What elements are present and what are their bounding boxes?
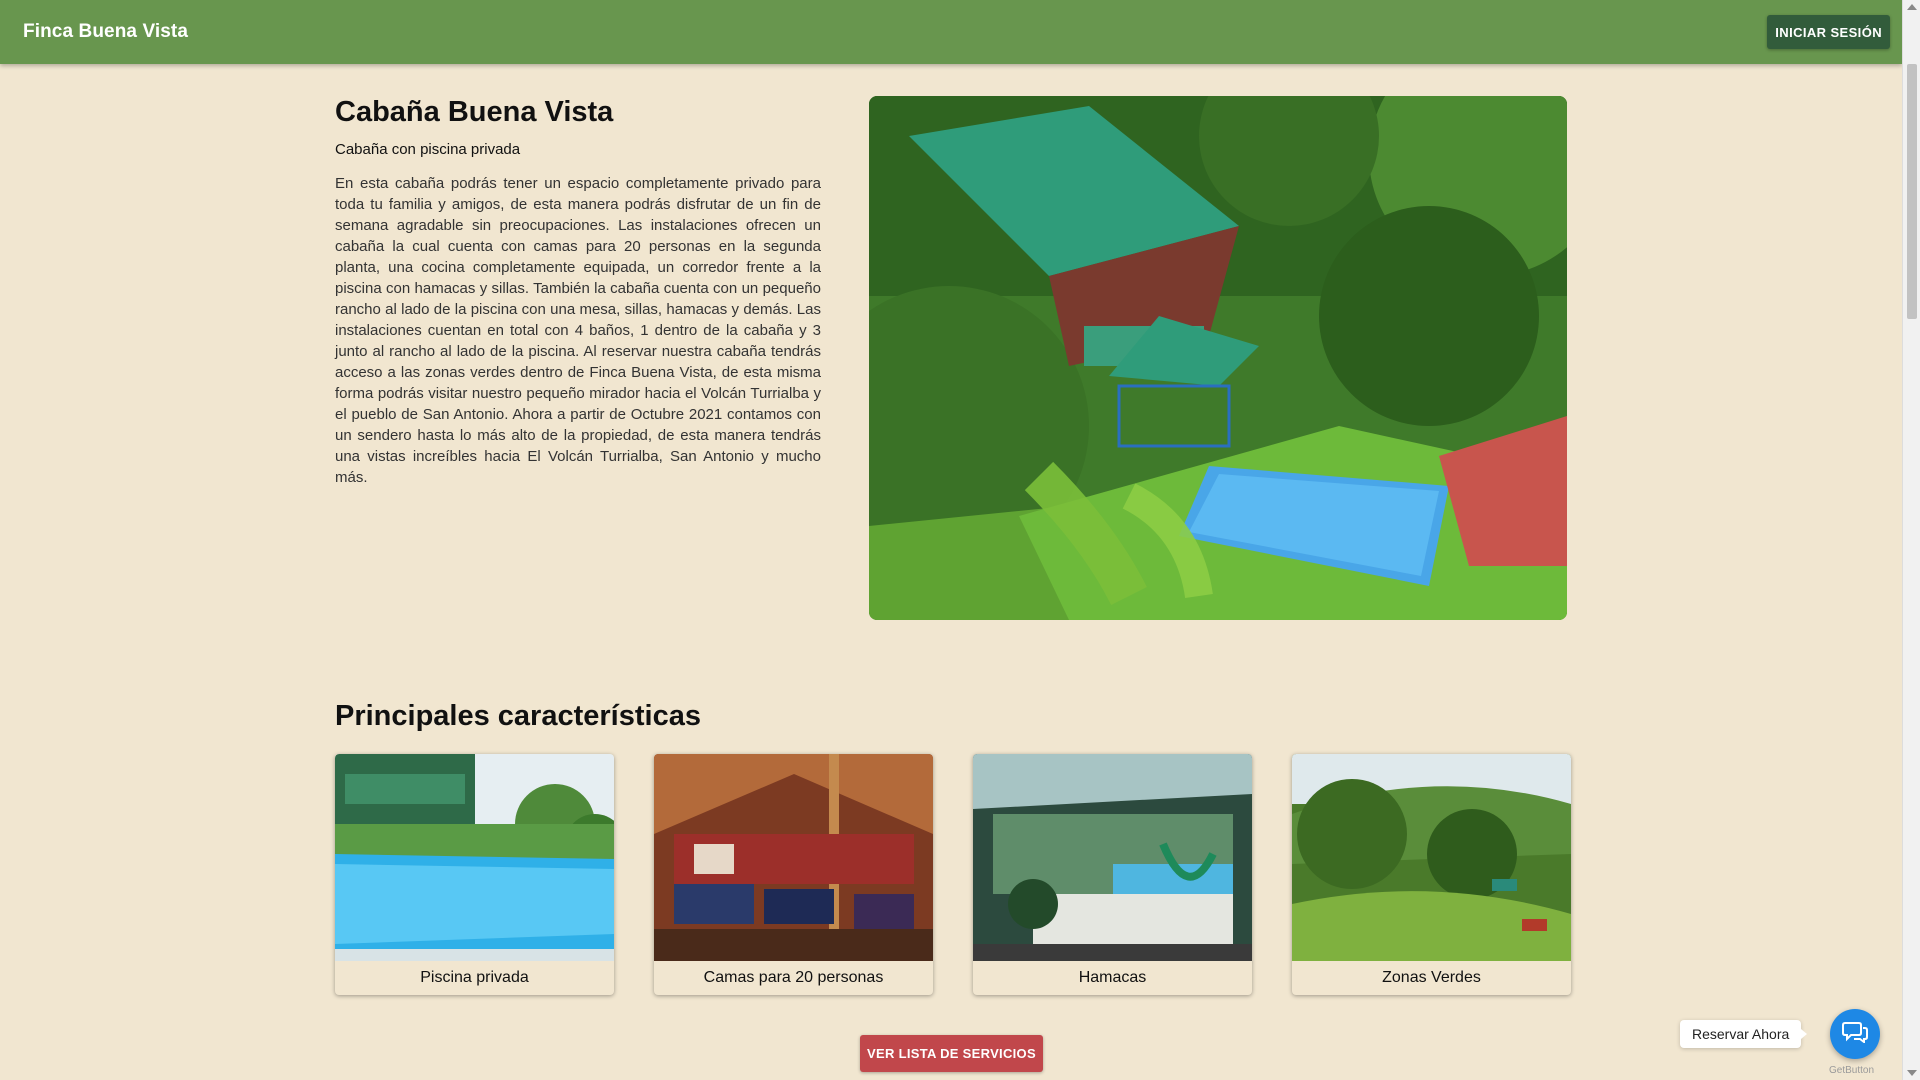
page-subtitle: Cabaña con piscina privada [335,141,521,158]
feature-card-hammocks[interactable]: Hamacas [973,754,1252,995]
brand-title[interactable]: Finca Buena Vista [23,21,188,43]
feature-label-hammocks: Hamacas [1078,969,1147,986]
page: Finca Buena Vista INICIAR SESIÓN Cabaña … [0,0,1920,1080]
chat-bubbles-icon [1842,1021,1868,1048]
cabin-description: En esta cabaña podrás tener un espacio c… [335,175,821,486]
page-title: Cabaña Buena Vista [335,96,614,128]
app-bar: Finca Buena Vista INICIAR SESIÓN [0,0,1902,64]
login-button[interactable]: INICIAR SESIÓN [1767,15,1890,49]
book-now-label[interactable]: Reservar Ahora [1680,1020,1808,1048]
hero-photo [869,96,1567,620]
scroll-up-arrow-icon[interactable] [1907,4,1917,10]
hammocks-photo [973,754,1252,961]
scroll-thumb[interactable] [1907,64,1917,319]
feature-card-green-areas[interactable]: Zonas Verdes [1292,754,1571,995]
pool-photo [335,754,614,961]
green-areas-photo [1292,754,1571,961]
view-services-button[interactable]: VER LISTA DE SERVICIOS [860,1035,1043,1072]
scroll-down-arrow-icon[interactable] [1907,1070,1917,1076]
feature-label-beds: Camas para 20 personas [703,969,884,986]
feature-label-green-areas: Zonas Verdes [1382,969,1481,986]
feature-cards: Piscina privada Camas para 20 personas H… [335,754,1571,995]
features-title: Principales características [335,700,701,732]
beds-photo [654,754,933,961]
chat-button[interactable] [1830,1009,1880,1059]
getbutton-credit[interactable]: GetButton [1829,1065,1874,1076]
scrollbar[interactable] [1902,0,1920,1080]
feature-label-pool: Piscina privada [420,969,529,986]
cabin-intro: Cabaña Buena Vista Cabaña con piscina pr… [335,96,821,488]
feature-card-beds[interactable]: Camas para 20 personas [654,754,933,995]
feature-card-pool[interactable]: Piscina privada [335,754,614,995]
